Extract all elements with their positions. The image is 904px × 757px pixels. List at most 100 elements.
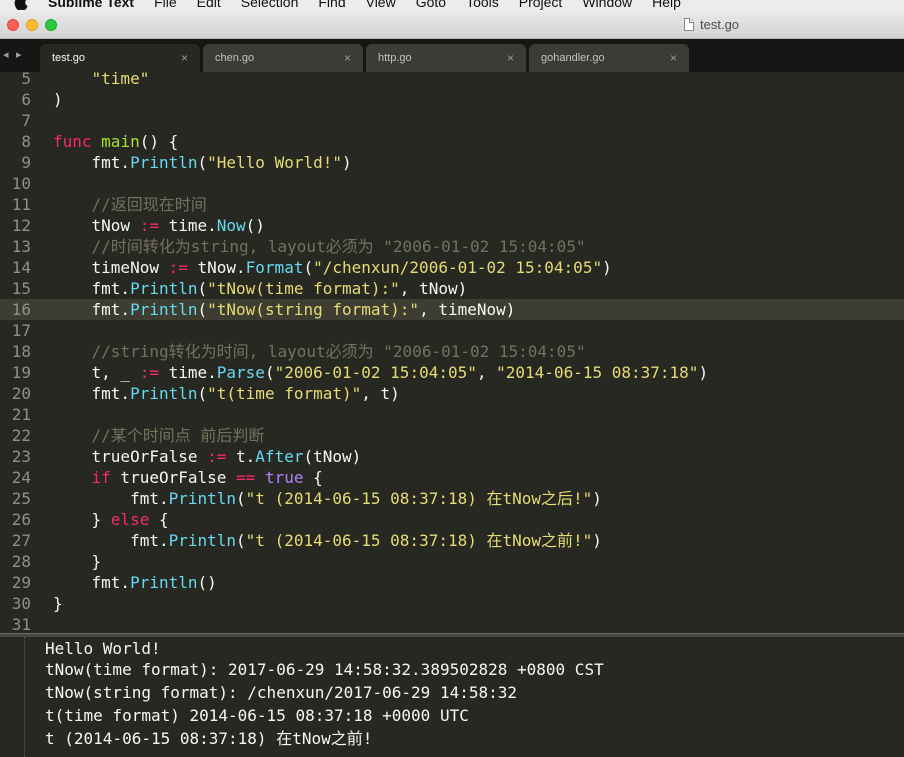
code-text: //时间转化为string, layout必须为 "2006-01-02 15:… — [53, 236, 586, 257]
code-line[interactable]: 14 timeNow := tNow.Format("/chenxun/2006… — [0, 257, 904, 278]
code-token: if — [91, 468, 111, 487]
code-line[interactable]: 22 //某个时间点 前后判断 — [0, 425, 904, 446]
line-number: 9 — [21, 153, 31, 172]
tab-close-icon[interactable]: × — [670, 51, 677, 65]
code-line[interactable]: 18 //string转化为时间, layout必须为 "2006-01-02 … — [0, 341, 904, 362]
line-number: 6 — [21, 90, 31, 109]
apple-icon[interactable] — [14, 0, 28, 10]
line-number: 12 — [11, 216, 31, 235]
output-line: Hello World! — [45, 639, 161, 658]
tab-close-icon[interactable]: × — [507, 51, 514, 65]
line-number: 30 — [11, 594, 31, 613]
code-line[interactable]: 19 t, _ := time.Parse("2006-01-02 15:04:… — [0, 362, 904, 383]
code-line[interactable]: 13 //时间转化为string, layout必须为 "2006-01-02 … — [0, 236, 904, 257]
menu-view[interactable]: View — [366, 0, 396, 10]
tab-label: chen.go — [215, 52, 255, 64]
code-line[interactable]: 25 fmt.Println("t (2014-06-15 08:37:18) … — [0, 488, 904, 509]
code-token: "2006-01-02 15:04:05" — [274, 363, 477, 382]
code-text: fmt.Println("tNow(time format):", tNow) — [53, 278, 468, 299]
code-line[interactable]: 9 fmt.Println("Hello World!") — [0, 152, 904, 173]
tab-gohandler-go[interactable]: gohandler.go × — [529, 44, 689, 72]
menu-file[interactable]: File — [154, 0, 177, 10]
code-line[interactable]: 20 fmt.Println("t(time format)", t) — [0, 383, 904, 404]
code-token: "tNow(string format):" — [207, 300, 420, 319]
tab-label: test.go — [52, 52, 86, 64]
code-line[interactable]: 5 "time" — [0, 72, 904, 89]
tab-close-icon[interactable]: × — [344, 51, 351, 65]
code-line[interactable]: 24 if trueOrFalse == true { — [0, 467, 904, 488]
code-token: Now — [216, 216, 246, 235]
menu-goto[interactable]: Goto — [416, 0, 446, 10]
output-line: tNow(string format): /chenxun/2017-06-29… — [45, 683, 518, 702]
code-line[interactable]: 15 fmt.Println("tNow(time format):", tNo… — [0, 278, 904, 299]
minimize-window-button[interactable] — [26, 19, 38, 31]
code-token: ) — [53, 90, 63, 109]
code-token: else — [110, 510, 150, 529]
code-token: true — [264, 468, 304, 487]
app-menu[interactable]: Sublime Text — [48, 0, 134, 10]
line-number: 20 — [11, 384, 31, 403]
menu-help[interactable]: Help — [652, 0, 681, 10]
code-line[interactable]: 26 } else { — [0, 509, 904, 530]
code-line[interactable]: 10 — [0, 173, 904, 194]
line-number: 24 — [11, 468, 31, 487]
code-text: } else { — [53, 509, 169, 530]
output-line: t (2014-06-15 08:37:18) 在tNow之前! — [45, 729, 373, 748]
code-line[interactable]: 27 fmt.Println("t (2014-06-15 08:37:18) … — [0, 530, 904, 551]
code-token: := — [168, 258, 188, 277]
code-token: "time" — [91, 72, 150, 88]
line-number: 29 — [11, 573, 31, 592]
menu-project[interactable]: Project — [519, 0, 563, 10]
menu-find[interactable]: Find — [318, 0, 345, 10]
code-text: //返回现在时间 — [53, 194, 207, 215]
code-line[interactable]: 28 } — [0, 551, 904, 572]
code-line[interactable]: 12 tNow := time.Now() — [0, 215, 904, 236]
code-text: //string转化为时间, layout必须为 "2006-01-02 15:… — [53, 341, 586, 362]
build-output-panel[interactable]: Hello World! tNow(time format): 2017-06-… — [0, 637, 904, 757]
menu-edit[interactable]: Edit — [197, 0, 221, 10]
code-token: Println — [130, 573, 198, 592]
output-line: t(time format) 2014-06-15 08:37:18 +0000… — [45, 706, 469, 725]
code-line[interactable]: 6) — [0, 89, 904, 110]
code-token: , — [476, 363, 497, 382]
code-token: Println — [130, 384, 198, 403]
line-number: 25 — [11, 489, 31, 508]
code-line[interactable]: 7 — [0, 110, 904, 131]
code-text: fmt.Println("t(time format)", t) — [53, 383, 400, 404]
tab-scroll-arrows-icon[interactable]: ◂ ▸ — [3, 48, 24, 61]
tab-test-go[interactable]: test.go × — [40, 44, 200, 72]
code-line[interactable]: 11 //返回现在时间 — [0, 194, 904, 215]
tab-chen-go[interactable]: chen.go × — [203, 44, 363, 72]
code-line[interactable]: 17 — [0, 320, 904, 341]
code-editor[interactable]: 5 "time" 6) 7 8 func main() {9 fmt.Println("… — [0, 72, 904, 633]
code-line[interactable]: 21 — [0, 404, 904, 425]
code-line[interactable]: 23 trueOrFalse := t.After(tNow) — [0, 446, 904, 467]
code-line[interactable]: 29 fmt.Println() — [0, 572, 904, 593]
code-token: timeNow — [53, 258, 169, 277]
code-token: () — [197, 573, 217, 592]
zoom-window-button[interactable] — [45, 19, 57, 31]
code-token: ( — [264, 363, 275, 382]
code-line[interactable]: 31 — [0, 614, 904, 633]
code-line[interactable]: 8 func main() { — [0, 131, 904, 152]
code-token: ( — [236, 489, 246, 508]
menu-tools[interactable]: Tools — [466, 0, 499, 10]
code-text: //某个时间点 前后判断 — [53, 425, 265, 446]
code-token: //string转化为时间, layout必须为 "2006-01-02 15:… — [91, 342, 586, 361]
menu-selection[interactable]: Selection — [241, 0, 299, 10]
code-line[interactable]: 30} — [0, 593, 904, 614]
code-token: ) — [592, 531, 602, 550]
code-line[interactable]: 16 fmt.Println("tNow(string format):", t… — [0, 299, 904, 320]
tab-label: http.go — [378, 52, 412, 64]
close-window-button[interactable] — [7, 19, 19, 31]
code-token: } — [53, 552, 102, 571]
tab-label: gohandler.go — [541, 52, 605, 64]
tab-http-go[interactable]: http.go × — [366, 44, 526, 72]
code-token: () — [245, 216, 265, 235]
tab-close-icon[interactable]: × — [181, 51, 188, 65]
menu-window[interactable]: Window — [582, 0, 632, 10]
